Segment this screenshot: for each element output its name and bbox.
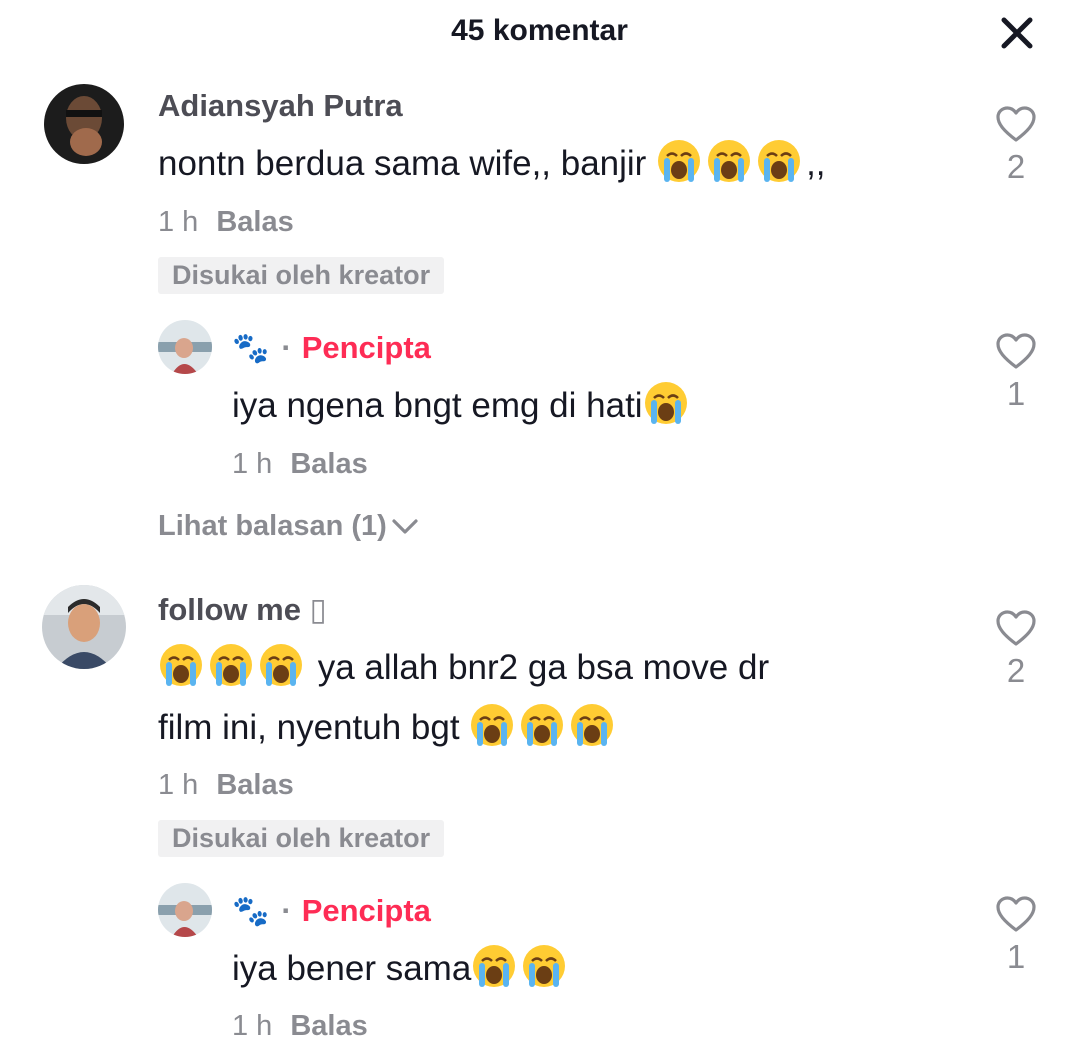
creator-tag: Pencipta [301, 893, 431, 928]
comment-text-part: nontn berdua sama wife,, banjir [158, 144, 657, 183]
reply-author-row: 🐾 · Pencipta [232, 893, 431, 929]
reply-button[interactable]: Balas [290, 1010, 367, 1042]
view-replies-label: Lihat balasan (1) [158, 510, 387, 542]
chevron-down-icon [392, 519, 418, 534]
close-icon [1001, 17, 1033, 49]
reply-text-part: iya bener sama [232, 949, 472, 988]
comment-text: nontn berdua sama wife,, banjir ,, [158, 134, 826, 194]
comment-username[interactable]: follow me ▯ [158, 592, 327, 628]
heart-outline-icon [996, 896, 1036, 932]
avatar[interactable] [42, 585, 126, 669]
reply-time: 1 h [232, 448, 273, 480]
comments-title: 45 komentar [451, 14, 628, 47]
close-button[interactable] [996, 12, 1038, 54]
comment-meta: 1 h Balas [158, 769, 294, 802]
comment-text-part: ,, [806, 144, 826, 183]
comment-text-line2: film ini, nyentuh bgt [158, 698, 619, 758]
heart-outline-icon [996, 106, 1036, 142]
avatar[interactable] [158, 883, 212, 937]
separator-dot: · [281, 330, 292, 365]
loudly-crying-face-emoji [644, 382, 687, 424]
comment-text: ya allah bnr2 ga bsa move dr [158, 638, 769, 698]
like-button[interactable]: 2 [984, 608, 1048, 690]
avatar[interactable] [44, 84, 124, 164]
like-count: 1 [1006, 938, 1026, 975]
like-count: 2 [1006, 148, 1026, 185]
liked-by-creator-badge: Disukai oleh kreator [158, 257, 445, 294]
loudly-crying-face-emoji [658, 140, 701, 182]
heart-outline-icon [996, 610, 1036, 646]
avatar[interactable] [158, 320, 212, 374]
loudly-crying-face-emoji [521, 704, 564, 746]
reply-username[interactable]: 🐾 [232, 894, 269, 929]
liked-by-creator-badge: Disukai oleh kreator [158, 820, 445, 857]
reply-username[interactable]: 🐾 [232, 331, 269, 366]
loudly-crying-face-emoji [571, 704, 614, 746]
reply-button[interactable]: Balas [216, 769, 293, 801]
separator-dot: · [281, 893, 292, 928]
comment-time: 1 h [158, 206, 199, 238]
like-button[interactable]: 1 [984, 894, 1048, 976]
comment-text-part: film ini, nyentuh bgt [158, 708, 470, 747]
like-button[interactable]: 2 [984, 104, 1048, 186]
reply-text-part: iya ngena bngt emg di hati [232, 386, 643, 425]
like-count: 2 [1006, 652, 1026, 689]
comment-text-part: ya allah bnr2 ga bsa move dr [308, 648, 770, 687]
creator-tag: Pencipta [301, 330, 431, 365]
like-button[interactable]: 1 [984, 331, 1048, 413]
loudly-crying-face-emoji [160, 644, 202, 686]
view-replies-button[interactable]: Lihat balasan (1) [158, 510, 419, 543]
reply-meta: 1 h Balas [232, 1010, 368, 1043]
reply-button[interactable]: Balas [290, 448, 367, 480]
reply-text: iya ngena bngt emg di hati [232, 376, 693, 436]
like-count: 1 [1006, 375, 1026, 412]
loudly-crying-face-emoji [523, 945, 566, 987]
comment-username[interactable]: Adiansyah Putra [158, 88, 403, 124]
loudly-crying-face-emoji [471, 704, 514, 746]
loudly-crying-face-emoji [758, 140, 801, 182]
heart-outline-icon [996, 333, 1036, 369]
reply-author-row: 🐾 · Pencipta [232, 330, 431, 366]
loudly-crying-face-emoji [260, 644, 302, 686]
reply-meta: 1 h Balas [232, 448, 368, 481]
username-text: follow me [158, 592, 301, 627]
comment-meta: 1 h Balas [158, 206, 294, 239]
reply-time: 1 h [232, 1010, 273, 1042]
username-suffix: ▯ [309, 592, 327, 627]
reply-button[interactable]: Balas [216, 206, 293, 238]
loudly-crying-face-emoji [708, 140, 751, 182]
loudly-crying-face-emoji [473, 945, 516, 987]
loudly-crying-face-emoji [210, 644, 252, 686]
reply-text: iya bener sama [232, 939, 571, 999]
comment-time: 1 h [158, 769, 199, 801]
